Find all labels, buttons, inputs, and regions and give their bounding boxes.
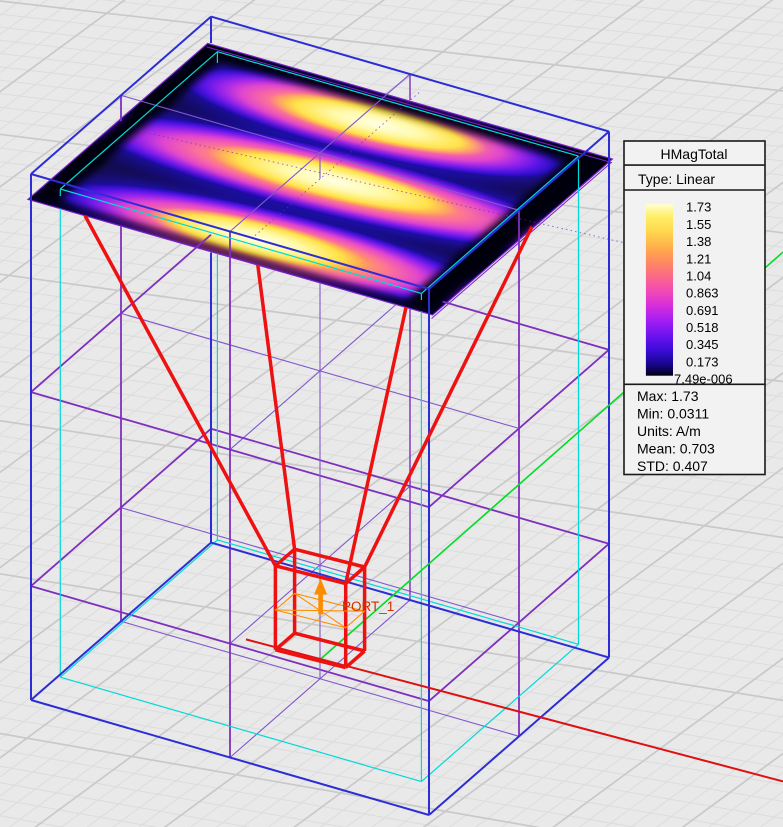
svg-text:7.49e-006: 7.49e-006 [674,372,733,387]
svg-text:HMagTotal: HMagTotal [661,146,728,162]
svg-text:0.345: 0.345 [686,337,719,352]
svg-text:0.173: 0.173 [686,354,719,369]
svg-text:0.691: 0.691 [686,303,719,318]
svg-text:Max: 1.73: Max: 1.73 [637,388,699,404]
svg-text:1.38: 1.38 [686,234,711,249]
svg-text:1.73: 1.73 [686,200,711,215]
svg-text:Type: Linear: Type: Linear [638,171,715,187]
svg-text:STD: 0.407: STD: 0.407 [637,458,708,474]
svg-text:PORT_1: PORT_1 [342,599,394,614]
svg-text:1.55: 1.55 [686,217,711,232]
svg-text:0.863: 0.863 [686,286,719,301]
svg-text:1.04: 1.04 [686,269,711,284]
svg-text:1.21: 1.21 [686,251,711,266]
svg-text:Min: 0.0311: Min: 0.0311 [637,406,709,422]
svg-text:Mean: 0.703: Mean: 0.703 [637,441,715,457]
svg-text:0.518: 0.518 [686,320,719,335]
svg-text:Units: A/m: Units: A/m [637,423,701,439]
